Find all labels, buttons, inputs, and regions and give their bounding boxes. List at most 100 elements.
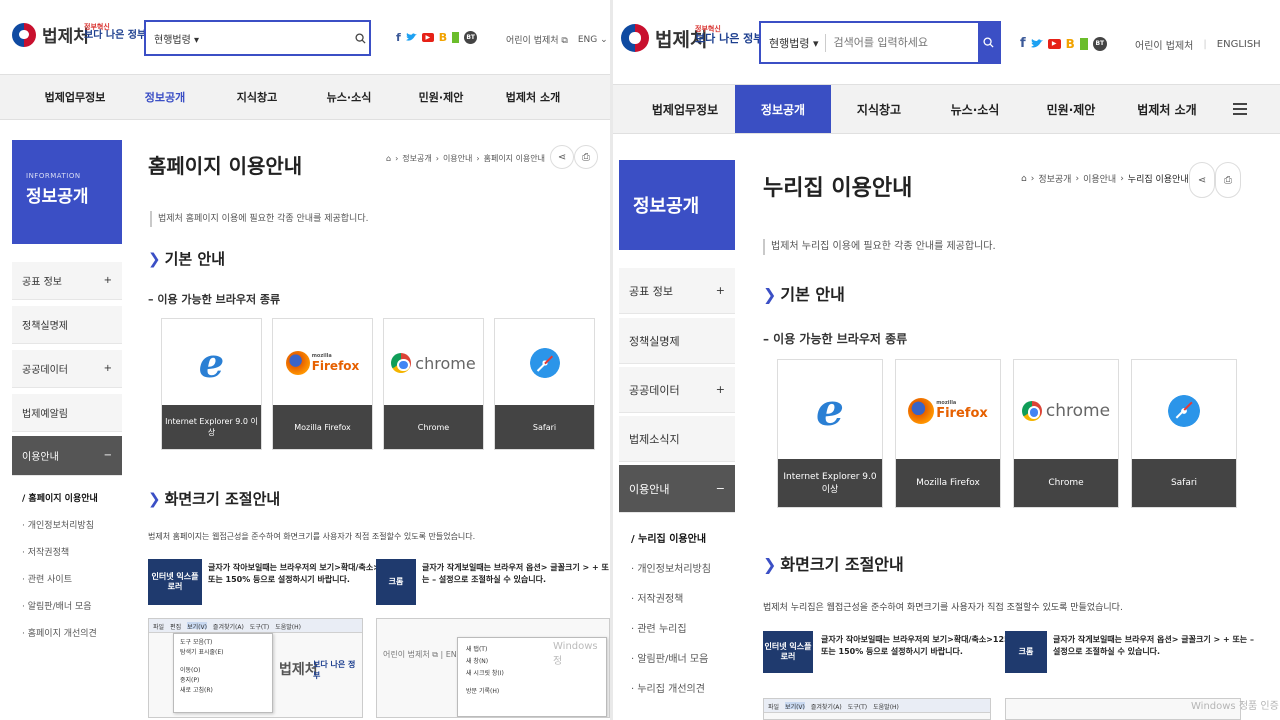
nav-civil[interactable]: 민원·제안 xyxy=(1023,85,1119,133)
safari-icon xyxy=(529,348,560,378)
kids-link[interactable]: 어린이 법제처 xyxy=(1135,37,1193,52)
sidebar-item-notice[interactable]: 법제예알림 xyxy=(12,394,122,432)
channel-icon[interactable]: BT xyxy=(1092,36,1107,51)
sidebar-sub-related[interactable]: · 관련 누리집 xyxy=(631,620,687,635)
hamburger-icon[interactable] xyxy=(1215,85,1265,133)
browser-card-firefox: mozilla Firefox Mozilla Firefox xyxy=(895,359,1001,508)
main-nav: 법제업무정보 정보공개 지식창고 뉴스·소식 민원·제안 법제처 소개 xyxy=(0,74,610,120)
kakao-icon[interactable] xyxy=(452,32,460,43)
nav-legal-info[interactable]: 법제업무정보 xyxy=(635,85,735,133)
nav-about[interactable]: 법제처 소개 xyxy=(487,75,579,119)
search-bar: 현행법령 ▾ xyxy=(144,20,371,56)
blog-icon[interactable]: B xyxy=(1066,37,1075,51)
home-icon[interactable]: ⌂ xyxy=(386,154,391,163)
home-icon[interactable]: ⌂ xyxy=(1021,174,1027,184)
sidebar-item-policy[interactable]: 정책실명제 xyxy=(619,318,735,364)
nav-info-disclosure[interactable]: 정보공개 xyxy=(119,75,211,119)
browser-card-safari: Safari xyxy=(1131,359,1237,508)
browser-card-safari: Safari xyxy=(494,318,595,450)
youtube-icon[interactable]: ▶ xyxy=(421,33,434,42)
print-icon[interactable]: ⎙ xyxy=(574,145,598,169)
nav-about[interactable]: 법제처 소개 xyxy=(1119,85,1215,133)
sidebar-item-usage[interactable]: 이용안내 − xyxy=(12,436,122,476)
page-title: 홈페이지 이용안내 xyxy=(148,154,303,178)
facebook-icon[interactable]: f xyxy=(396,31,401,44)
browser-caption: Safari xyxy=(1132,459,1236,507)
left-screenshot: 법제처 정부혁신 보다 나은 정부 + 현행법령 ▾ f ▶ B BT 어린이 … xyxy=(0,0,610,720)
browser-caption: Chrome xyxy=(384,405,483,449)
sidebar-sub-related[interactable]: · 관련 사이트 xyxy=(22,572,72,585)
browser-caption: Mozilla Firefox xyxy=(896,459,1000,507)
sidebar-sub-banners[interactable]: · 알림판/배너 모음 xyxy=(631,650,708,665)
chrome-icon xyxy=(391,353,412,373)
share-icon[interactable]: ⋖ xyxy=(1189,162,1215,198)
sidebar-sub-privacy[interactable]: · 개인정보처리방침 xyxy=(22,518,94,531)
blog-icon[interactable]: B xyxy=(439,31,447,44)
share-icon[interactable]: ⋖ xyxy=(550,145,574,169)
top-links: 어린이 법제처 | ENGLISH xyxy=(1135,37,1261,52)
search-scope-select[interactable]: 현행법령 ▾ xyxy=(761,35,819,51)
screenshot-slogan: 보다 나은 정부 xyxy=(313,660,356,680)
nav-info-disclosure[interactable]: 정보공개 xyxy=(735,85,831,133)
facebook-icon[interactable]: f xyxy=(1020,36,1026,51)
sidebar-item-usage[interactable]: 이용안내 − xyxy=(619,465,735,513)
language-link[interactable]: ENG ⌄ xyxy=(578,35,608,45)
sidebar-sub-banners[interactable]: · 알림판/배너 모음 xyxy=(22,599,92,612)
ie-icon: e xyxy=(816,385,844,436)
chevron-right-icon: ❯ xyxy=(148,490,161,508)
firefox-icon xyxy=(285,351,310,375)
sidebar-hero: INFORMATION 정보공개 xyxy=(12,140,122,244)
breadcrumb-item[interactable]: 정보공개 xyxy=(1038,172,1071,185)
nav-legal-info[interactable]: 법제업무정보 xyxy=(31,75,119,119)
sidebar-sub-nurijip[interactable]: / 누리집 이용안내 xyxy=(631,530,706,545)
search-icon[interactable] xyxy=(978,23,999,62)
breadcrumb-item[interactable]: 정보공개 xyxy=(402,153,431,164)
search-input[interactable] xyxy=(825,23,979,62)
search-bar: 현행법령 ▾ xyxy=(759,21,1001,64)
site-logo[interactable]: 법제처 xyxy=(12,22,89,47)
breadcrumb-current: 홈페이지 이용안내 xyxy=(483,154,546,163)
kakao-icon[interactable] xyxy=(1079,37,1088,50)
sidebar-sub-copyright[interactable]: · 저작권정책 xyxy=(22,545,69,558)
search-icon[interactable] xyxy=(352,22,369,54)
youtube-icon[interactable]: ▶ xyxy=(1047,38,1061,49)
nav-civil[interactable]: 민원·제안 xyxy=(395,75,487,119)
nav-news[interactable]: 뉴스·소식 xyxy=(927,85,1023,133)
tag-ie: 인터넷 익스플로러 xyxy=(763,631,813,673)
search-input[interactable] xyxy=(199,22,353,54)
print-icon[interactable]: ⎙ xyxy=(1215,162,1241,198)
nav-knowledge[interactable]: 지식창고 xyxy=(211,75,303,119)
sidebar-item-opendata[interactable]: 공공데이터 + xyxy=(619,367,735,413)
sidebar-item-policy[interactable]: 정책실명제 xyxy=(12,306,122,344)
browser-caption: Internet Explorer 9.0 이상 xyxy=(162,405,261,449)
sidebar-sub-homepage[interactable]: / 홈페이지 이용안내 xyxy=(22,491,98,504)
language-link[interactable]: ENGLISH xyxy=(1217,39,1261,50)
sidebar-item-public[interactable]: 공표 정보 + xyxy=(12,262,122,300)
breadcrumb-item[interactable]: 이용안내 xyxy=(1083,172,1116,185)
sidebar-sub-privacy[interactable]: · 개인정보처리방침 xyxy=(631,560,711,575)
slogan: 정부혁신 보다 나은 정부 + xyxy=(84,21,158,42)
search-scope-select[interactable]: 현행법령 ▾ xyxy=(146,31,199,46)
screenshot-watermark: Windows 정 xyxy=(553,641,598,667)
ie-icon: e xyxy=(198,339,225,387)
twitter-icon[interactable] xyxy=(405,33,417,42)
nav-news[interactable]: 뉴스·소식 xyxy=(303,75,395,119)
channel-icon[interactable]: BT xyxy=(464,31,478,44)
sidebar-sub-feedback[interactable]: · 홈페이지 개선의견 xyxy=(22,626,97,639)
sidebar-sub-copyright[interactable]: · 저작권정책 xyxy=(631,590,683,605)
tag-chrome-text: 글자가 작게보일때는 브라우저 옵션> 글꼴크기 > + 또는 – 설정으로 조… xyxy=(422,563,609,585)
sidebar-item-public[interactable]: 공표 정보 + xyxy=(619,268,735,314)
browser-card-ie: e Internet Explorer 9.0 이상 xyxy=(161,318,262,450)
breadcrumb-item[interactable]: 이용안내 xyxy=(443,153,472,164)
twitter-icon[interactable] xyxy=(1030,38,1043,49)
sidebar-item-newsletter[interactable]: 법제소식지 xyxy=(619,416,735,462)
tag-ie-text: 글자가 작아보일때는 브라우저의 보기>확대/축소>125% 또는 150% 등으… xyxy=(821,635,1018,657)
sidebar-item-opendata[interactable]: 공공데이터 + xyxy=(12,350,122,388)
breadcrumb-current: 누리집 이용안내 xyxy=(1127,175,1189,185)
nav-knowledge[interactable]: 지식창고 xyxy=(831,85,927,133)
sidebar-sub-feedback[interactable]: · 누리집 개선의견 xyxy=(631,680,705,695)
chrome-screenshot: 어린이 법제처 ⧉ | ENG 새 탭(T) 새 창(N) 새 시크릿 창(I) 방문… xyxy=(376,618,610,718)
kids-link[interactable]: 어린이 법제처 ⧉ xyxy=(506,33,568,46)
page-description: 법제처 누리집 이용에 필요한 각종 안내를 제공합니다. xyxy=(763,239,996,255)
social-links: f ▶ B BT xyxy=(396,31,478,44)
